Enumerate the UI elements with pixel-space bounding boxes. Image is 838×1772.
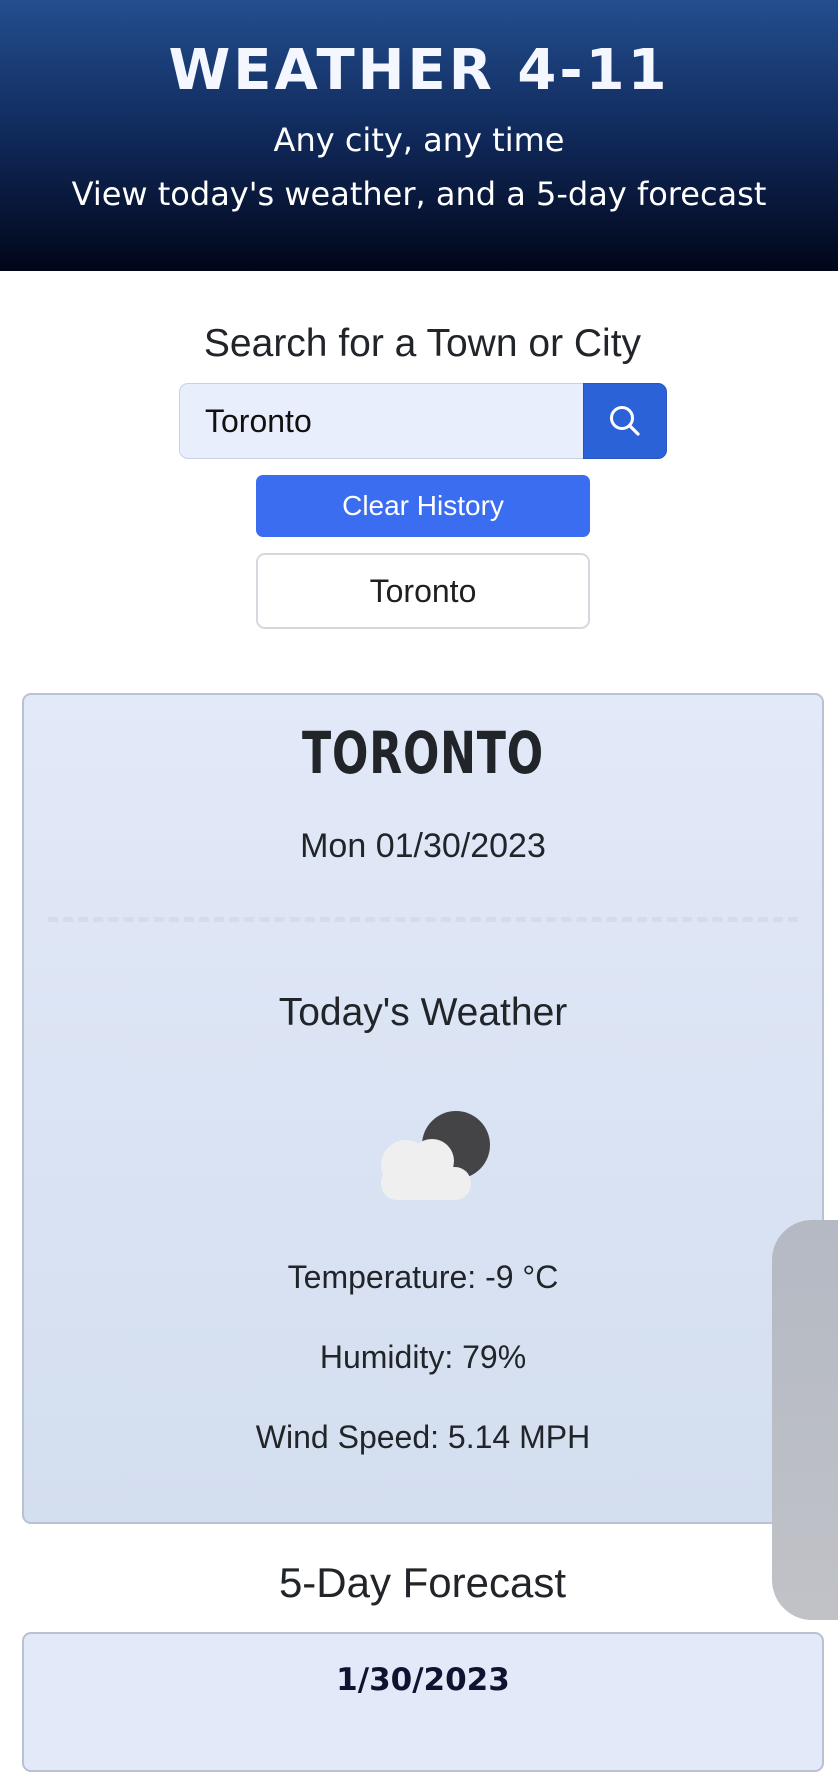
todays-weather-heading: Today's Weather xyxy=(278,991,568,1034)
humidity: Humidity: 79% xyxy=(319,1339,527,1375)
wind-speed: Wind Speed: 5.14 MPH xyxy=(255,1419,591,1455)
site-tagline: Any city, any time xyxy=(273,121,565,159)
current-weather-card: TORONTO Mon 01/30/2023 Today's Weather T… xyxy=(22,693,824,1524)
site-header: WEATHER 4-11 Any city, any time View tod… xyxy=(0,0,838,271)
city-name: TORONTO xyxy=(301,719,544,787)
current-date: Mon 01/30/2023 xyxy=(300,827,546,865)
search-group xyxy=(179,383,667,459)
forecast-heading: 5-Day Forecast xyxy=(278,1559,567,1606)
search-button[interactable] xyxy=(583,383,667,459)
side-panel-handle[interactable] xyxy=(772,1220,838,1620)
site-title: WEATHER 4-11 xyxy=(168,38,670,103)
forecast-date: 1/30/2023 xyxy=(336,1662,510,1698)
clear-history-button[interactable]: Clear History xyxy=(256,475,590,537)
search-icon xyxy=(610,406,640,436)
forecast-day-card: 1/30/2023 xyxy=(22,1632,824,1772)
divider xyxy=(48,917,798,922)
site-description: View today's weather, and a 5-day foreca… xyxy=(71,175,767,213)
history-item-button[interactable]: Toronto xyxy=(256,553,590,629)
cloud-night-icon xyxy=(381,1111,490,1200)
search-heading: Search for a Town or City xyxy=(203,322,642,365)
temperature: Temperature: -9 °C xyxy=(287,1259,559,1295)
city-search-input[interactable] xyxy=(179,383,583,459)
